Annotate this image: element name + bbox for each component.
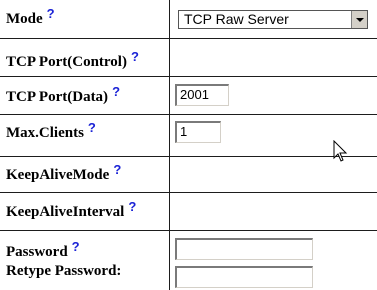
tcp-port-data-label-text: TCP Port(Data) (6, 89, 109, 105)
tcp-port-control-help-icon[interactable]: ? (131, 48, 139, 66)
tcp-port-control-label-text: TCP Port(Control) (6, 54, 127, 70)
tcp-port-data-label: TCP Port(Data)? (6, 84, 120, 106)
tcp-port-control-label: TCP Port(Control)? (6, 49, 139, 71)
max-clients-label: Max.Clients? (6, 120, 96, 142)
keepalive-mode-label-text: KeepAliveMode (6, 167, 110, 183)
max-clients-label-text: Max.Clients (6, 125, 84, 141)
mode-select[interactable]: TCP Raw Server (178, 10, 368, 29)
mouse-pointer-icon (333, 140, 348, 162)
keepalive-interval-label-text: KeepAliveInterval (6, 204, 125, 220)
row-divider (0, 230, 377, 231)
dropdown-arrow-icon[interactable] (351, 11, 367, 28)
mode-label: Mode? (6, 6, 55, 28)
row-divider (0, 114, 377, 115)
max-clients-help-icon[interactable]: ? (88, 119, 96, 137)
row-divider (0, 192, 377, 193)
keepalive-interval-help-icon[interactable]: ? (128, 198, 136, 216)
row-divider (0, 76, 377, 77)
password-help-icon[interactable]: ? (72, 238, 80, 256)
retype-password-input[interactable] (175, 266, 313, 288)
retype-password-label: Retype Password: (6, 263, 122, 279)
row-divider (0, 38, 377, 39)
password-label-text: Password (6, 244, 68, 260)
mode-label-text: Mode (6, 11, 43, 27)
grid-vertical-line (169, 0, 170, 290)
max-clients-input[interactable]: 1 (175, 121, 221, 143)
row-divider (0, 156, 377, 157)
password-input[interactable] (175, 238, 313, 260)
mode-help-icon[interactable]: ? (47, 5, 55, 23)
keepalive-mode-help-icon[interactable]: ? (113, 161, 121, 179)
keepalive-mode-label: KeepAliveMode? (6, 162, 121, 184)
password-label: Password? (6, 239, 80, 261)
tcp-port-data-help-icon[interactable]: ? (112, 83, 120, 101)
keepalive-interval-label: KeepAliveInterval? (6, 199, 136, 221)
tcp-port-data-input[interactable]: 2001 (175, 84, 229, 106)
mode-select-value: TCP Raw Server (184, 11, 289, 27)
